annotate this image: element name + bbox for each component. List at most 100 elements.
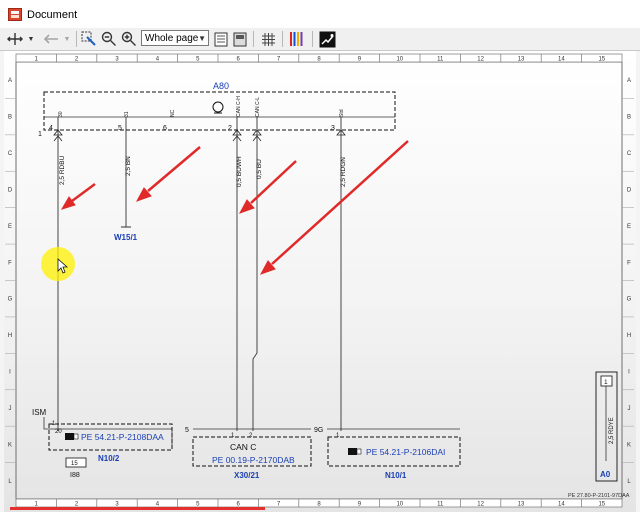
ism-label: ISM	[32, 408, 47, 417]
toolbar: ▼ ▼ Whole page ▼	[0, 28, 640, 51]
fuse-number: 15	[71, 461, 78, 467]
grid-row-label: B	[627, 115, 631, 121]
wire-label-buwh: 0,5 BUWH	[236, 156, 243, 187]
can-c-label: CAN C	[230, 442, 256, 452]
grid-toggle-button[interactable]	[258, 30, 278, 48]
window-title: Document	[27, 9, 78, 21]
grid-row-label: C	[8, 151, 13, 157]
a80-pin-label-can-l: CAN C-L	[255, 97, 261, 117]
grid-column-label: 12	[477, 502, 484, 508]
toolbar-separator	[253, 31, 254, 47]
zoom-select[interactable]: Whole page ▼	[141, 30, 209, 46]
w15-ground-label[interactable]: W15/1	[114, 233, 138, 242]
navigate-button[interactable]	[4, 30, 26, 48]
a0-pin: 1	[604, 379, 608, 386]
grid-column-label: 11	[437, 502, 444, 508]
wire-colors-icon	[290, 32, 303, 46]
a0-wire-label: 2,5 RDYE	[609, 417, 615, 444]
back-dropdown[interactable]: ▼	[62, 30, 72, 48]
a80-pin-can-h: 2	[228, 125, 232, 132]
a80-pin-nc: 6	[163, 125, 167, 132]
zoom-out-icon	[101, 31, 116, 46]
grid-row-label: J	[628, 406, 631, 412]
grid-row-label: G	[8, 297, 13, 303]
grid-column-label: 14	[558, 502, 565, 508]
wiring-diagram: 1 2 3 4 5 6 7 8 9 10 11 12 13 14 15 1 2 3 4 5 6 7 8 9 10 11 12 13 1…	[4, 51, 636, 512]
grid-row-label: D	[627, 187, 632, 193]
n10-2-label[interactable]: N10/2	[98, 454, 120, 463]
crosshair-arrows-icon	[7, 33, 23, 45]
a80-label: A80	[213, 81, 229, 91]
circuit-mode-button[interactable]	[316, 30, 338, 48]
n10-1-number: 9G	[314, 427, 323, 434]
grid-row-label: D	[8, 187, 13, 193]
zoom-select-value: Whole page	[145, 32, 199, 44]
circuit-icon	[319, 31, 335, 47]
a80-pin-label-std: Std	[339, 109, 345, 117]
chevron-down-icon: ▼	[198, 34, 206, 43]
fuse-block-label: I88	[70, 472, 80, 479]
grid-row-label: H	[627, 333, 631, 339]
app-icon	[8, 8, 22, 21]
wire-label-rdgn: 2,5 RDGN	[340, 157, 347, 187]
ism-pin-top: 20	[55, 429, 62, 435]
x30-21-label[interactable]: X30/21	[234, 471, 260, 480]
page-reference: PE 27.80-P-2101-97DAA	[568, 493, 630, 499]
page-view-button[interactable]	[212, 30, 230, 48]
red-underline-mark	[10, 507, 265, 510]
document-icon[interactable]	[65, 433, 79, 440]
grid-row-label: F	[627, 260, 631, 266]
grid-row-label: K	[8, 442, 12, 448]
toolbar-separator	[312, 31, 313, 47]
a80-pin-label-31: 31	[124, 111, 130, 117]
a80-pin-std: 3	[331, 125, 335, 132]
zoom-area-button[interactable]	[80, 30, 98, 48]
grid-row-label: A	[627, 78, 631, 84]
grid-row-label: J	[9, 406, 12, 412]
n10-1-label[interactable]: N10/1	[385, 471, 407, 480]
grid-column-label: 11	[437, 57, 444, 63]
a80-pin-left: 1	[38, 131, 42, 138]
n10-1-ref-link[interactable]: PE 54.21-P-2106DAI	[366, 447, 445, 457]
two-page-button[interactable]	[231, 30, 249, 48]
grid-row-label: F	[8, 260, 12, 266]
grid-row-label: B	[8, 115, 12, 121]
grid-column-label: 14	[558, 57, 565, 63]
grid-icon	[261, 32, 275, 46]
pages-icon	[233, 32, 247, 46]
a80-pin-label-30: 30	[58, 111, 64, 117]
zoom-out-button[interactable]	[100, 30, 118, 48]
toolbar-separator	[76, 31, 77, 47]
chevron-down-icon: ▼	[27, 35, 35, 43]
grid-column-label: 15	[598, 502, 605, 508]
document-icon[interactable]	[348, 448, 362, 455]
zoom-in-button[interactable]	[120, 30, 138, 48]
grid-row-label: C	[627, 151, 632, 157]
a80-pin-30: 4	[49, 125, 53, 132]
grid-row-label: A	[8, 78, 12, 84]
chevron-down-icon: ▼	[63, 35, 71, 43]
document-workspace[interactable]: 1 2 3 4 5 6 7 8 9 10 11 12 13 14 15 1 2 3 4 5 6 7 8 9 10 11 12 13 1…	[0, 51, 640, 512]
a80-pin-label-nc: NC	[170, 109, 176, 117]
page-sheet	[4, 51, 636, 512]
navigate-dropdown[interactable]: ▼	[26, 30, 36, 48]
a80-pin-label-can-h: CAN C-H	[236, 96, 242, 117]
grid-column-label: 15	[598, 57, 605, 63]
grid-row-label: K	[627, 442, 631, 448]
wire-label-bn: 2,5 BN	[125, 156, 132, 176]
x30-21-ref-link[interactable]: PE 00.19-P-2170DAB	[212, 455, 295, 465]
grid-row-label: G	[627, 297, 632, 303]
a0-label[interactable]: A0	[600, 470, 611, 479]
grid-row-label: H	[8, 333, 12, 339]
grid-row-label: E	[8, 224, 12, 230]
title-bar: Document	[0, 0, 640, 29]
wire-label-rdbu: 2,5 RDBU	[59, 155, 66, 185]
grid-column-label: 10	[396, 502, 403, 508]
a80-pin-31: 5	[118, 125, 122, 132]
zoom-in-icon	[121, 31, 136, 46]
grid-column-label: 12	[477, 57, 484, 63]
n10-2-ref-link[interactable]: PE 54.21-P-2108DAA	[81, 432, 164, 442]
can-c-number: 5	[185, 427, 189, 434]
wire-colors-button[interactable]	[286, 30, 308, 48]
back-button[interactable]	[40, 30, 62, 48]
